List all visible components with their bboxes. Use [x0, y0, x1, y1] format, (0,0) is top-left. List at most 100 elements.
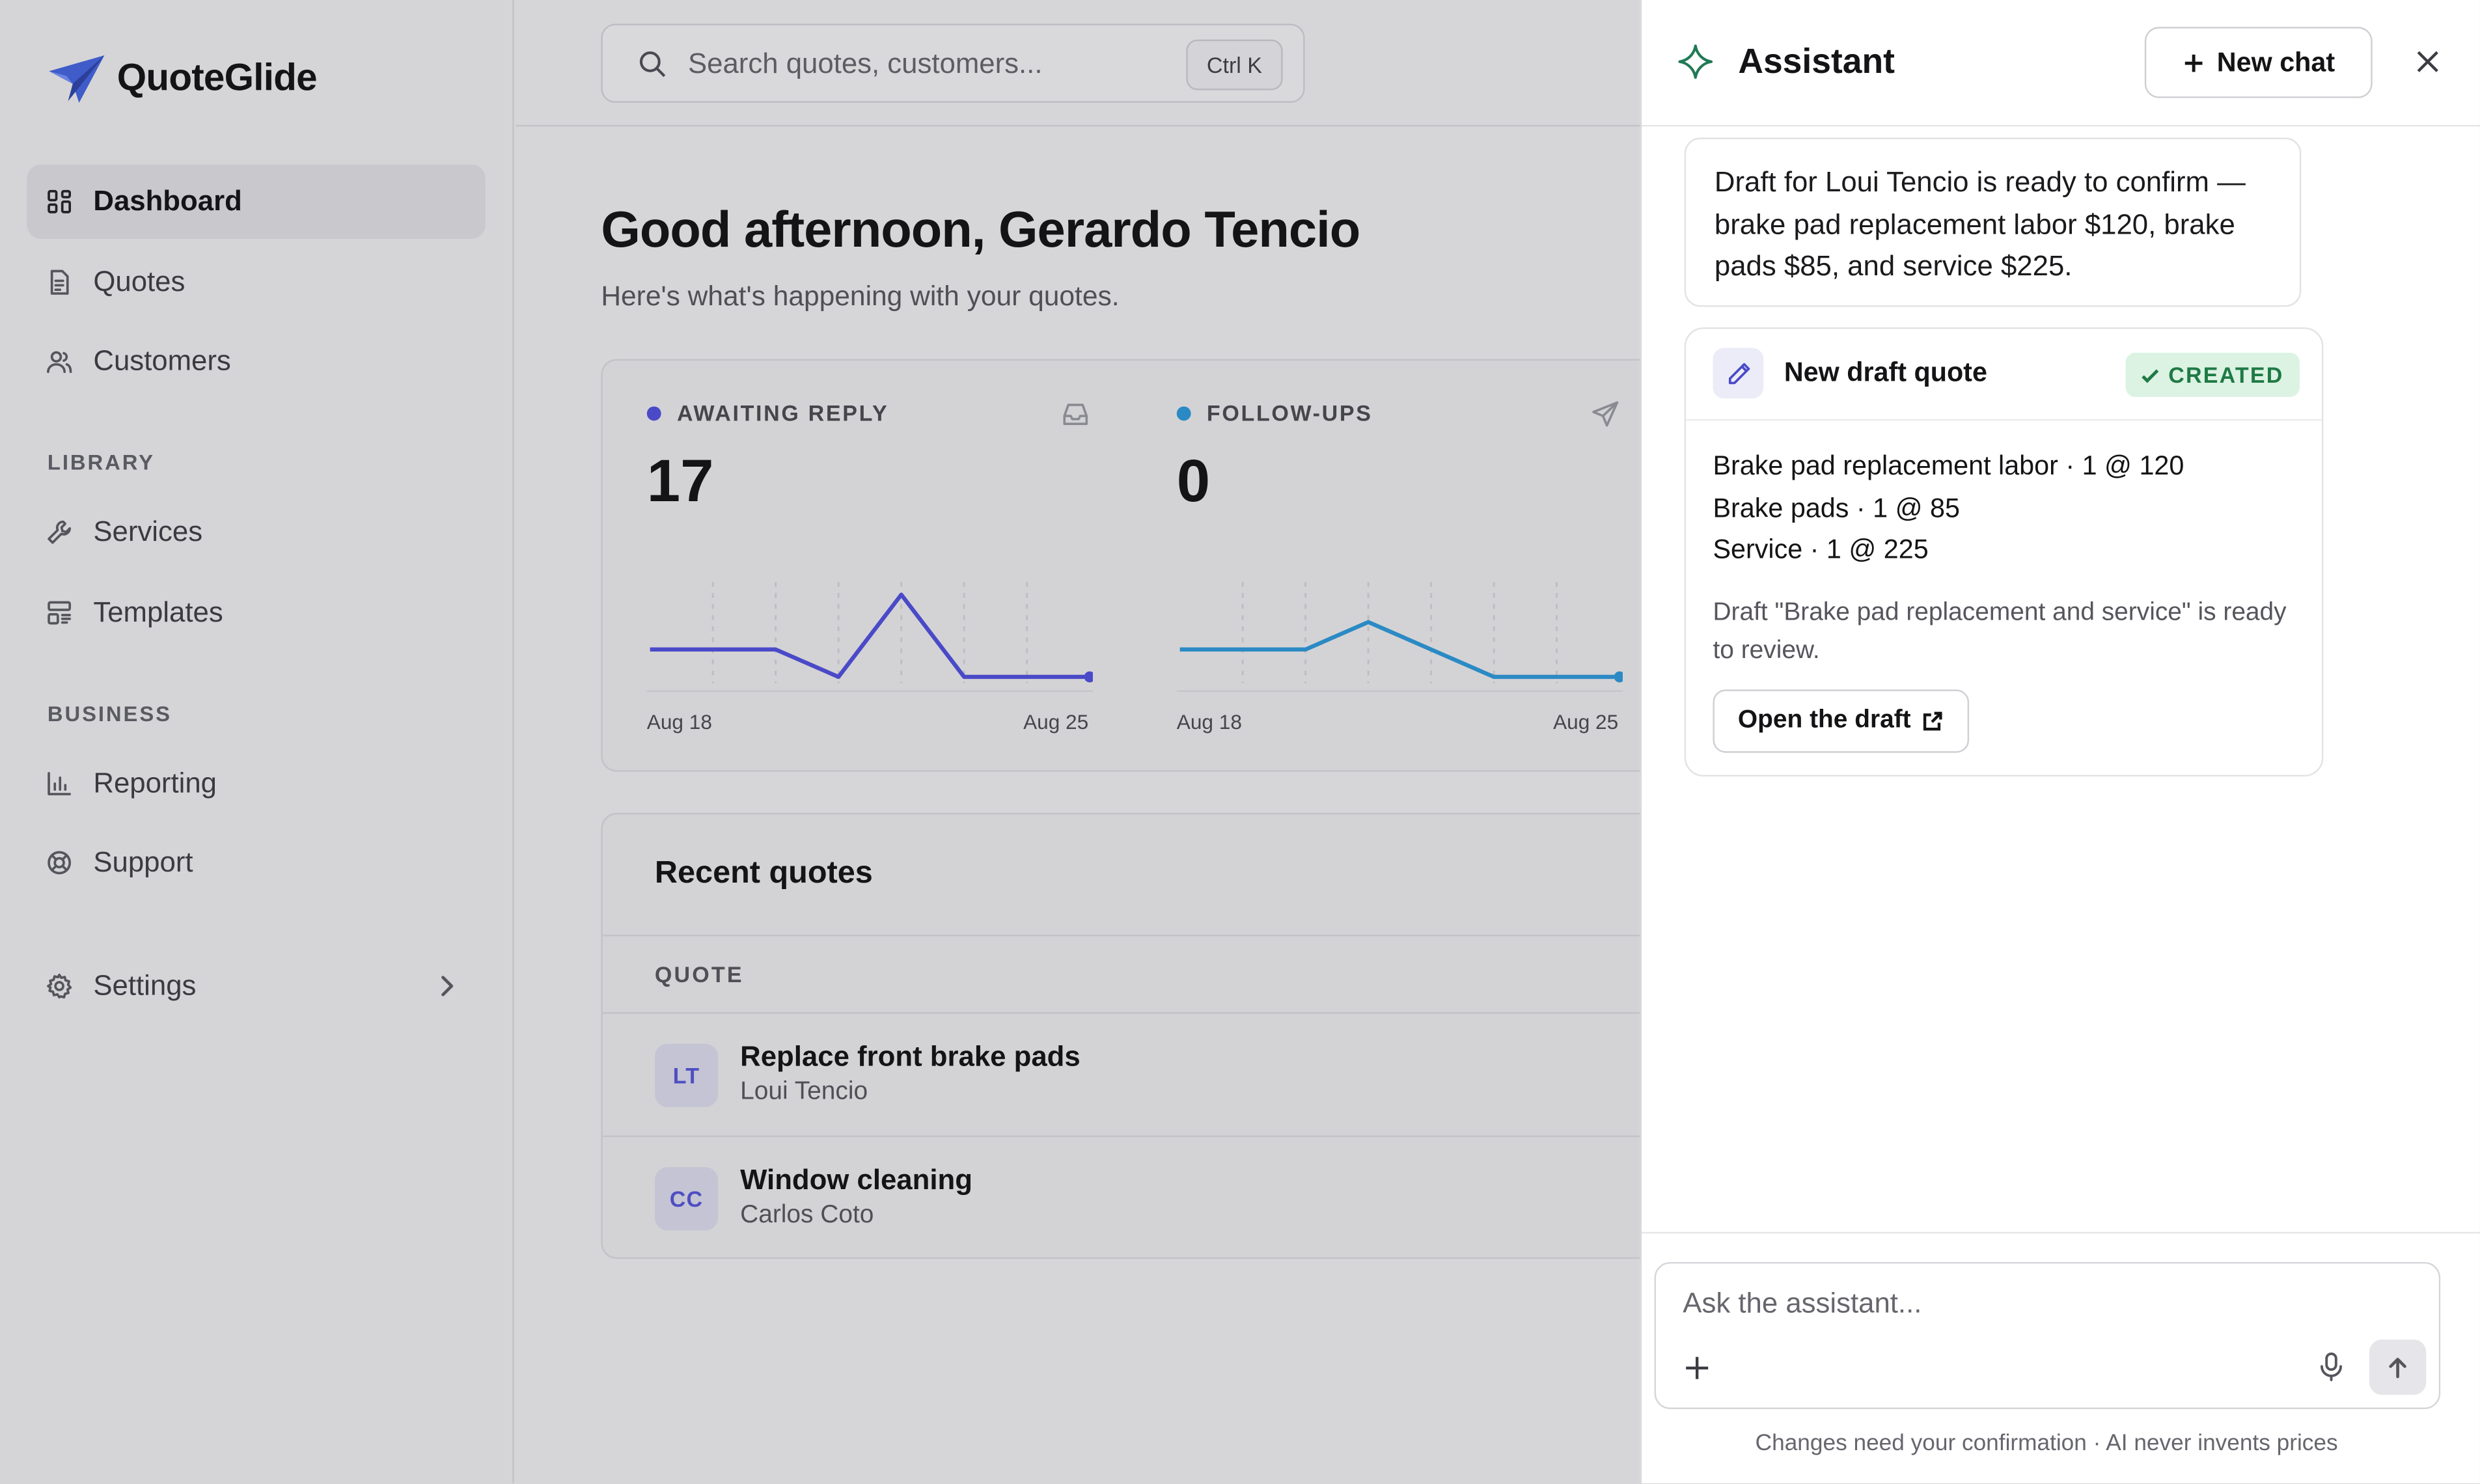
composer-area: Changes need your confirmation · AI neve…	[1642, 1231, 2480, 1483]
stat-label: AWAITING REPLY	[646, 400, 889, 426]
column-header-quote[interactable]: QUOTE	[655, 961, 744, 987]
table-header: QUOTE	[602, 935, 1707, 1014]
stat-follow-ups[interactable]: FOLLOW-UPS 0 Aug 18 Aug 25	[1133, 361, 1655, 773]
sidebar-item-customers[interactable]: Customers	[27, 324, 486, 398]
line-items: Brake pad replacement labor · 1 @ 120 Br…	[1713, 446, 2184, 571]
template-icon	[48, 601, 72, 625]
plus-icon	[2184, 53, 2202, 72]
recent-quotes-card: Recent quotes QUOTE LT Replace front bra…	[601, 812, 1709, 1259]
sidebar-item-settings[interactable]: Settings	[27, 949, 486, 1023]
badge-label: CREATED	[2168, 362, 2284, 388]
chart-end-date: Aug 25	[1553, 709, 1619, 734]
data-point	[1614, 671, 1623, 683]
stat-value: 17	[646, 449, 714, 516]
assistant-header: Assistant New chat	[1642, 0, 2480, 127]
attach-plus-icon[interactable]	[1683, 1354, 1711, 1382]
sidebar-item-label: Reporting	[93, 767, 217, 799]
microphone-icon[interactable]	[2315, 1351, 2347, 1382]
sidebar-item-templates[interactable]: Templates	[27, 575, 486, 650]
sidebar-item-dashboard[interactable]: Dashboard	[27, 164, 486, 239]
stat-awaiting-reply[interactable]: AWAITING REPLY 17 Aug 18 Aug 25	[603, 361, 1125, 773]
external-link-icon	[1923, 711, 1942, 731]
series-line	[1179, 620, 1620, 680]
draft-note: Draft "Brake pad replacement and service…	[1713, 599, 2287, 664]
draft-title: New draft quote	[1784, 357, 1987, 388]
chart-start-date: Aug 18	[1176, 709, 1242, 734]
draft-card-header: New draft quote CREATED	[1686, 329, 2322, 421]
send-icon	[1592, 401, 1619, 427]
pencil-icon	[1728, 362, 1750, 384]
check-icon	[2142, 368, 2159, 383]
send-button[interactable]	[2369, 1340, 2427, 1395]
arrow-up-icon	[2389, 1356, 2406, 1378]
stats-card: AWAITING REPLY 17 Aug 18 Aug 25 FOLLOW-U…	[601, 359, 1709, 773]
lifebuoy-icon	[48, 851, 72, 875]
bar-chart-icon	[48, 772, 72, 795]
quote-customer: Loui Tencio	[740, 1079, 868, 1106]
search-placeholder: Search quotes, customers...	[687, 46, 1043, 79]
app-name: QuoteGlide	[117, 57, 318, 100]
chevron-right-icon	[441, 976, 454, 996]
wrench-icon	[48, 520, 72, 544]
disclaimer-text: Changes need your confirmation · AI neve…	[1755, 1431, 2338, 1457]
new-chat-label: New chat	[2216, 46, 2335, 77]
avatar: LT	[654, 1043, 719, 1107]
new-chat-button[interactable]: New chat	[2144, 27, 2373, 98]
gear-icon	[47, 973, 72, 999]
sidebar-item-label: Dashboard	[93, 185, 242, 217]
app-root: QuoteGlide Dashboard Quotes Customers LI…	[0, 0, 2480, 1484]
sidebar-item-label: Customers	[93, 344, 231, 377]
stat-label-text: FOLLOW-UPS	[1206, 400, 1373, 426]
chart-end-date: Aug 25	[1023, 709, 1089, 734]
table-row[interactable]: CC Window cleaning Carlos Coto	[603, 1137, 1707, 1257]
search-icon	[639, 50, 666, 77]
draft-quote-card: New draft quote CREATED Brake pad replac…	[1684, 327, 2324, 777]
quote-title: Window cleaning	[740, 1164, 972, 1196]
business-heading: BUSINESS	[47, 702, 172, 726]
logo[interactable]: QuoteGlide	[48, 52, 318, 106]
sparkline-chart	[646, 582, 1093, 693]
shortcut-hint: Ctrl K	[1186, 39, 1283, 90]
inbox-icon	[1063, 404, 1088, 426]
status-dot	[1176, 405, 1191, 420]
sidebar: QuoteGlide Dashboard Quotes Customers LI…	[0, 0, 514, 1484]
close-icon[interactable]	[2414, 48, 2442, 76]
stat-value: 0	[1176, 449, 1211, 516]
stat-label-text: AWAITING REPLY	[676, 400, 889, 426]
series-line	[650, 592, 1090, 680]
sidebar-item-services[interactable]: Services	[27, 495, 486, 570]
document-icon	[50, 269, 69, 295]
line-item: Service · 1 @ 225	[1713, 534, 1929, 565]
avatar: CC	[654, 1167, 719, 1231]
composer	[1654, 1261, 2441, 1409]
sidebar-item-reporting[interactable]: Reporting	[27, 747, 486, 821]
paper-plane-logo-icon	[49, 55, 105, 103]
assistant-input[interactable]	[1683, 1284, 2411, 1323]
line-item: Brake pads · 1 @ 85	[1713, 492, 1960, 523]
chart-start-date: Aug 18	[646, 709, 712, 734]
open-draft-button[interactable]: Open the draft	[1713, 689, 1970, 753]
library-heading: LIBRARY	[47, 450, 155, 474]
quote-customer: Carlos Coto	[740, 1202, 874, 1229]
quote-title: Replace front brake pads	[740, 1040, 1081, 1073]
sidebar-item-label: Quotes	[93, 266, 186, 297]
assistant-message: Draft for Loui Tencio is ready to confir…	[1684, 137, 2302, 307]
line-item: Brake pad replacement labor · 1 @ 120	[1713, 450, 2184, 481]
topbar: Search quotes, customers... Ctrl K	[516, 0, 1642, 127]
search-input[interactable]: Search quotes, customers... Ctrl K	[601, 23, 1305, 103]
sidebar-item-label: Services	[93, 515, 203, 547]
sidebar-item-quotes[interactable]: Quotes	[27, 245, 486, 320]
sidebar-item-label: Templates	[93, 596, 223, 628]
main-content: Search quotes, customers... Ctrl K Good …	[516, 0, 1709, 1483]
sidebar-item-support[interactable]: Support	[27, 825, 486, 900]
data-point	[1084, 671, 1093, 683]
assistant-title: Assistant	[1738, 41, 1895, 81]
table-row[interactable]: LT Replace front brake pads Loui Tencio	[602, 1014, 1707, 1138]
pencil-icon-box	[1713, 348, 1764, 399]
page-subtitle: Here's what's happening with your quotes…	[601, 280, 1120, 312]
sparkle-icon	[1678, 44, 1713, 79]
status-dot	[646, 405, 661, 420]
assistant-panel: Assistant New chat Draft for Loui Tencio…	[1640, 0, 2480, 1484]
users-icon	[47, 351, 72, 374]
sidebar-item-label: Support	[93, 845, 193, 878]
